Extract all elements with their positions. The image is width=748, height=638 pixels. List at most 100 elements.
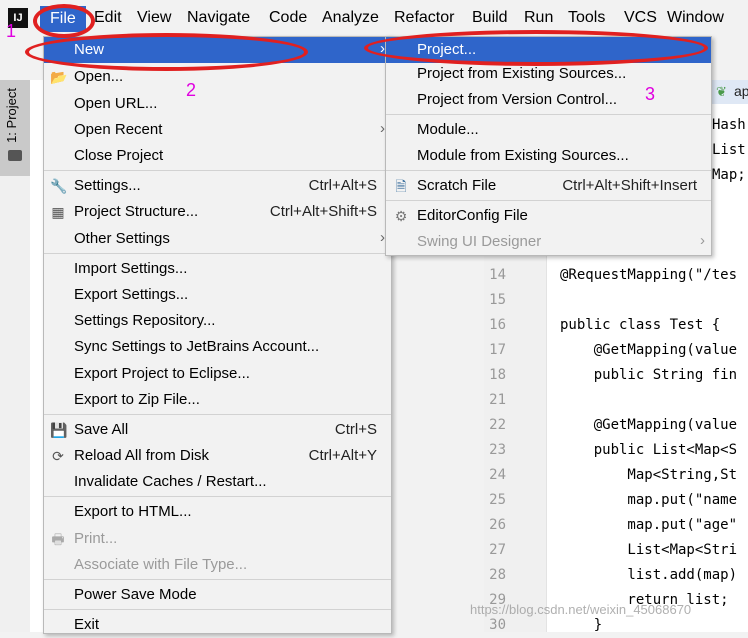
menu-separator: [44, 253, 391, 254]
menu-separator: [386, 170, 711, 171]
line-number: 26: [489, 517, 506, 533]
menu-item-export-html[interactable]: Export to HTML...: [44, 499, 391, 525]
menu-item-power-save[interactable]: Power Save Mode: [44, 582, 391, 608]
menu-item-label: Scratch File: [417, 177, 497, 194]
menu-item-open-recent[interactable]: Open Recent ›: [44, 117, 391, 143]
menu-bar: IJ File Edit View Navigate Code Analyze …: [0, 0, 748, 37]
code-line: public String fin: [560, 367, 738, 383]
gear-icon: ⚙: [394, 208, 408, 224]
menu-item-label: Export to Zip File...: [74, 391, 200, 408]
menu-item-label: Settings Repository...: [74, 312, 216, 329]
menu-item-associate-file-type: Associate with File Type...: [44, 552, 391, 578]
menu-item-save-all[interactable]: 💾 Save All Ctrl+S: [44, 417, 391, 443]
menu-item-label: Export Project to Eclipse...: [74, 365, 250, 382]
annotation-number: 1: [6, 21, 17, 41]
menu-item-import-settings[interactable]: Import Settings...: [44, 256, 391, 282]
code-line: @GetMapping(value: [560, 417, 738, 433]
save-icon: 💾: [50, 422, 68, 438]
menu-item-export-zip[interactable]: Export to Zip File...: [44, 387, 391, 413]
submenu-item-scratch-file[interactable]: 🗎 Scratch File Ctrl+Alt+Shift+Insert: [386, 173, 711, 199]
folder-open-icon: 📂: [50, 69, 68, 85]
printer-icon: 🖶: [51, 531, 65, 547]
menu-item-export-eclipse[interactable]: Export Project to Eclipse...: [44, 361, 391, 387]
menu-item-label: Open...: [74, 68, 124, 85]
menu-item-invalidate-caches[interactable]: Invalidate Caches / Restart...: [44, 469, 391, 495]
menu-item-sync-settings[interactable]: Sync Settings to JetBrains Account...: [44, 334, 391, 360]
menu-item-label: Settings...: [74, 177, 141, 194]
menu-item-new[interactable]: New ›: [44, 37, 391, 63]
menu-item-label: Module from Existing Sources...: [417, 147, 629, 164]
wrench-icon: 🔧: [50, 178, 68, 194]
menu-code[interactable]: Code: [269, 9, 307, 27]
menu-item-settings-repository[interactable]: Settings Repository...: [44, 308, 391, 334]
code-line: List<Map<Stri: [560, 542, 738, 558]
menu-run[interactable]: Run: [524, 9, 553, 27]
menu-item-label: Save All: [74, 421, 129, 438]
menu-separator: [44, 170, 391, 171]
menu-item-close-project[interactable]: Close Project: [44, 143, 391, 169]
menu-item-label: Close Project: [74, 147, 164, 164]
folder-icon: [8, 150, 22, 161]
code-line: public List<Map<S: [560, 442, 738, 458]
menu-item-label: Exit: [74, 616, 100, 633]
watermark: https://blog.csdn.net/weixin_45068670: [470, 602, 692, 617]
scratch-file-icon: 🗎: [395, 178, 407, 194]
submenu-item-swing-ui-designer: Swing UI Designer ›: [386, 229, 711, 255]
menu-item-label: Open Recent: [74, 121, 163, 138]
submenu-item-editorconfig[interactable]: ⚙ EditorConfig File: [386, 203, 711, 229]
editor-tab-label: ap: [734, 83, 748, 99]
menu-file[interactable]: File: [40, 6, 86, 32]
menu-view[interactable]: View: [137, 9, 171, 27]
annotation-number: 3: [645, 84, 656, 104]
chevron-right-icon: ›: [700, 232, 705, 249]
line-number: 23: [489, 442, 506, 458]
menu-item-open[interactable]: 📂 Open...: [44, 64, 391, 90]
submenu-item-project-existing[interactable]: Project from Existing Sources...: [386, 61, 711, 87]
line-number: 22: [489, 417, 506, 433]
menu-item-label: Project from Version Control...: [417, 91, 618, 108]
menu-separator: [44, 496, 391, 497]
menu-item-project-structure[interactable]: ▦ Project Structure... Ctrl+Alt+Shift+S: [44, 199, 391, 225]
menu-item-label: Invalidate Caches / Restart...: [74, 473, 267, 490]
code-line: list.add(map): [560, 567, 738, 583]
menu-item-label: Other Settings: [74, 230, 170, 247]
menu-item-other-settings[interactable]: Other Settings ›: [44, 226, 391, 252]
menu-item-shortcut: Ctrl+Alt+Shift+Insert: [562, 177, 697, 194]
menu-item-label: Export to HTML...: [74, 503, 192, 520]
menu-item-label: Export Settings...: [74, 286, 189, 303]
menu-item-label: Open URL...: [74, 95, 158, 112]
submenu-item-project-vcs[interactable]: Project from Version Control...: [386, 87, 711, 113]
code-line: Map<String,St: [560, 467, 738, 483]
editor-tab[interactable]: ap ❦: [712, 80, 748, 104]
submenu-item-module-existing[interactable]: Module from Existing Sources...: [386, 143, 711, 169]
spring-leaf-icon: ❦: [716, 84, 727, 99]
project-tool-tab-label: 1: Project: [4, 88, 19, 143]
line-number: 14: [489, 267, 506, 283]
menu-item-reload-all[interactable]: ⟳ Reload All from Disk Ctrl+Alt+Y: [44, 443, 391, 469]
menu-item-open-url[interactable]: Open URL...: [44, 91, 391, 117]
refresh-icon: ⟳: [52, 448, 64, 464]
menu-item-settings[interactable]: 🔧 Settings... Ctrl+Alt+S: [44, 173, 391, 199]
submenu-item-module[interactable]: Module...: [386, 117, 711, 143]
menu-separator: [44, 609, 391, 610]
menu-item-label: Sync Settings to JetBrains Account...: [74, 338, 320, 355]
menu-item-export-settings[interactable]: Export Settings...: [44, 282, 391, 308]
menu-window[interactable]: Window: [667, 9, 724, 27]
code-line: }: [560, 617, 603, 633]
code-line: @RequestMapping("/tes: [560, 267, 738, 283]
menu-navigate[interactable]: Navigate: [187, 9, 250, 27]
line-number: 16: [489, 317, 506, 333]
menu-edit[interactable]: Edit: [94, 9, 122, 27]
line-number: 18: [489, 367, 506, 383]
menu-tools[interactable]: Tools: [568, 9, 605, 27]
menu-item-label: Project from Existing Sources...: [417, 65, 627, 82]
menu-item-exit[interactable]: Exit: [44, 612, 391, 638]
menu-item-label: New: [74, 41, 105, 58]
menu-item-label: EditorConfig File: [417, 207, 528, 224]
menu-separator: [44, 414, 391, 415]
menu-vcs[interactable]: VCS: [624, 9, 657, 27]
menu-build[interactable]: Build: [472, 9, 508, 27]
submenu-item-project[interactable]: Project...: [386, 37, 711, 63]
menu-refactor[interactable]: Refactor: [394, 9, 454, 27]
menu-analyze[interactable]: Analyze: [322, 9, 379, 27]
